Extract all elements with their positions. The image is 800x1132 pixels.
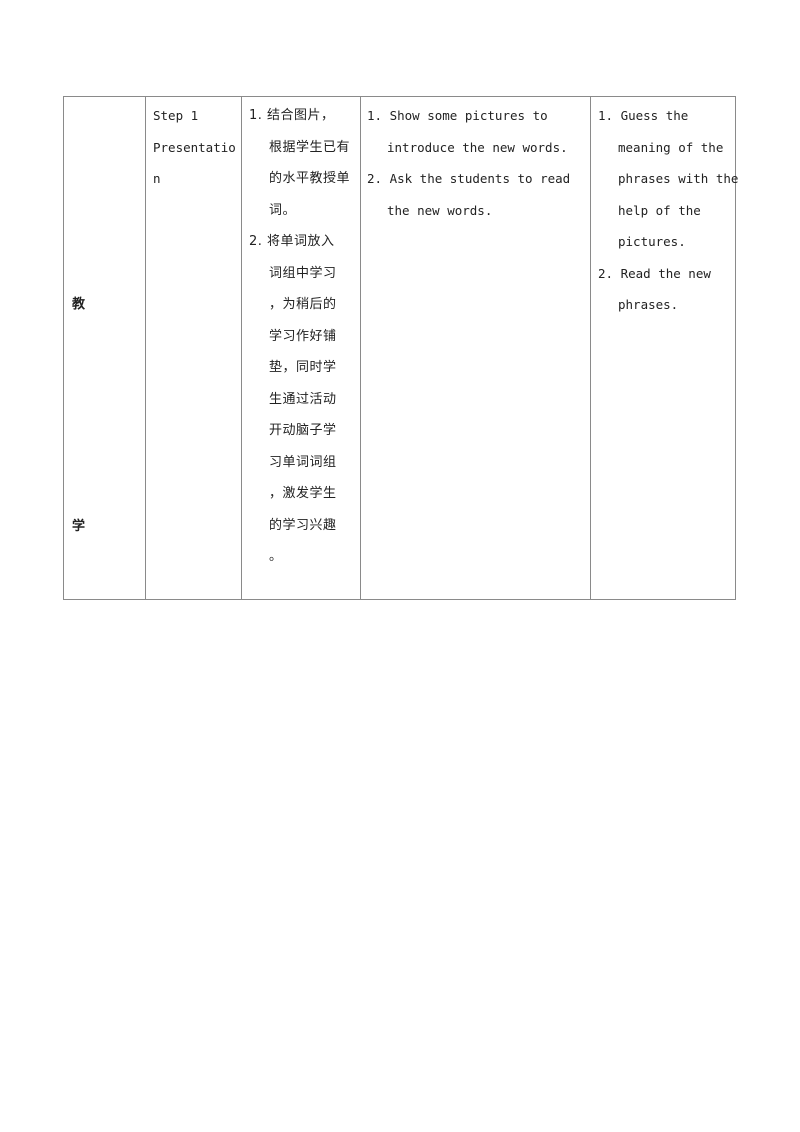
purpose-line: 的水平教授单: [269, 171, 351, 186]
lesson-plan-table: 教 学 Step 1 Presentatio n 1. 结合图片， 根据学生已有的…: [63, 96, 739, 600]
student-line: pictures.: [618, 234, 686, 249]
purpose-line: 的学习兴趣: [269, 517, 337, 533]
purpose-line: ，为稍后的: [269, 297, 337, 312]
step-line: Presentatio: [153, 139, 236, 155]
student-line: 1. Guess the: [598, 108, 689, 123]
step-cell: Step 1 Presentatio n: [146, 97, 242, 599]
purpose-line: 学习作好铺: [269, 328, 337, 344]
teacher-line: 2. Ask the students to read: [367, 171, 571, 186]
step-line: Step 1: [153, 108, 199, 123]
teacher-line: 1. Show some pictures to: [367, 108, 548, 123]
purpose-line: 习单词词组: [269, 454, 337, 470]
purpose-line: 垫，同时学: [269, 360, 337, 375]
student-activity-cell: 1. Guess the meaning of the phrases with t…: [591, 97, 739, 599]
stage-label-top: 教: [72, 297, 86, 312]
teacher-activity-cell: 1. Show some pictures to introduce the ne…: [361, 97, 591, 599]
purpose-line: 。: [269, 549, 283, 564]
teacher-line: introduce the new words.: [387, 139, 568, 155]
purpose-line: 2. 将单词放入: [249, 234, 335, 249]
student-line: phrases with the: [618, 171, 739, 186]
purpose-line: 开动脑子学: [269, 423, 337, 438]
purpose-cell: 1. 结合图片， 根据学生已有 的水平教授单 词。 2. 将单词放入词组中学习 ，为稍后的…: [242, 97, 361, 599]
teacher-line: the new words.: [387, 202, 493, 218]
stage-label-cell: 教 学: [64, 97, 146, 599]
step-line: n: [153, 171, 161, 186]
student-line: phrases.: [618, 297, 679, 312]
stage-label-bottom: 学: [72, 519, 86, 534]
student-line: 2. Read the new: [598, 265, 711, 281]
purpose-line: 根据学生已有: [269, 139, 351, 155]
purpose-line: 词组中学习: [269, 265, 337, 281]
purpose-line: 词。: [269, 202, 297, 218]
purpose-line: ，激发学生: [269, 486, 337, 501]
student-line: help of the: [618, 202, 701, 218]
student-line: meaning of the: [618, 139, 724, 155]
purpose-line: 1. 结合图片，: [249, 108, 335, 123]
purpose-line: 生通过活动: [269, 391, 337, 407]
